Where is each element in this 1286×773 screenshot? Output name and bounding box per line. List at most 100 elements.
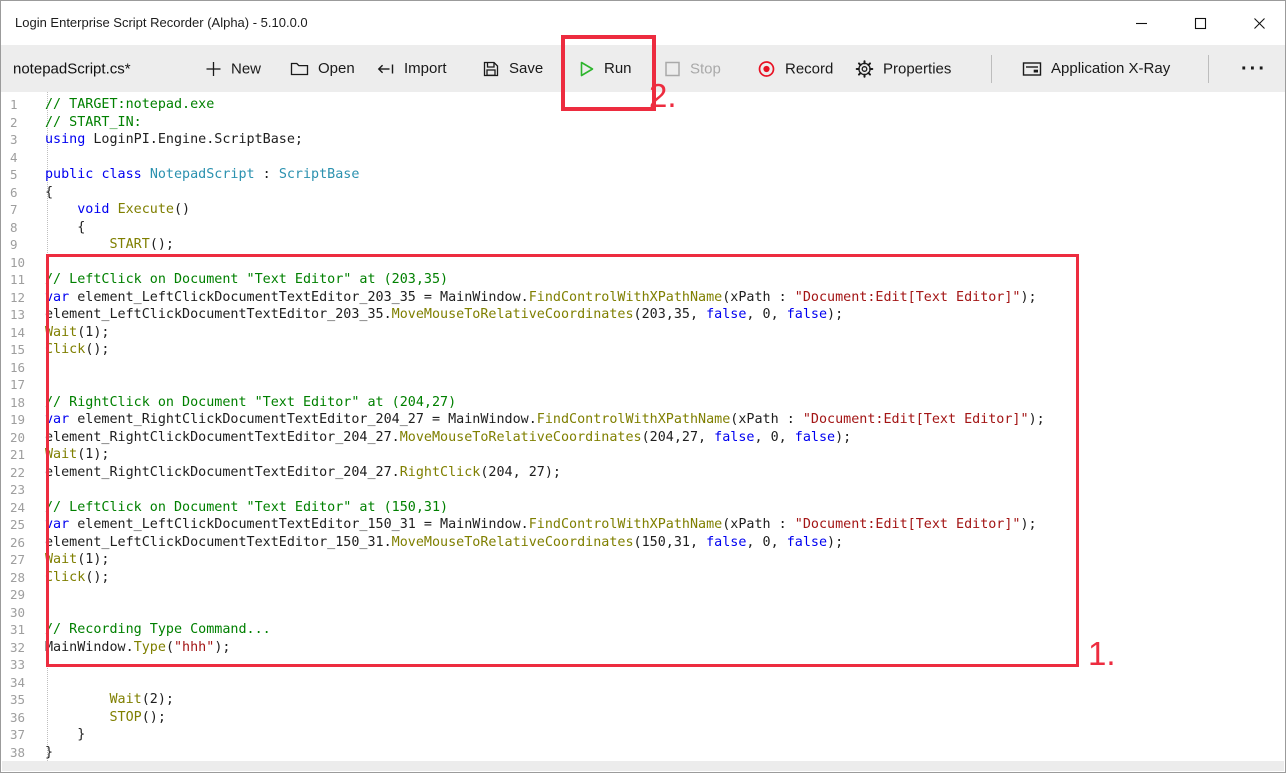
run-label: Run [604, 61, 632, 76]
code-line: 10 [2, 254, 1284, 272]
code-text[interactable]: element_LeftClickDocumentTextEditor_150_… [39, 535, 843, 550]
code-line: 3using LoginPI.Engine.ScriptBase; [2, 131, 1284, 149]
stop-square-icon [664, 60, 681, 77]
maximize-icon [1194, 17, 1207, 30]
code-text[interactable]: START(); [39, 237, 174, 252]
code-text[interactable]: void Execute() [39, 202, 190, 217]
gear-icon [855, 59, 874, 78]
code-text[interactable]: var element_LeftClickDocumentTextEditor_… [39, 517, 1037, 532]
line-number: 4 [2, 150, 39, 165]
code-text[interactable]: Wait(2); [39, 692, 174, 707]
code-line: 6{ [2, 184, 1284, 202]
code-text[interactable]: // LeftClick on Document "Text Editor" a… [39, 500, 448, 515]
toolbar: notepadScript.cs* New Open Import Save [1, 45, 1285, 92]
code-text[interactable]: Wait(1); [39, 447, 110, 462]
code-line: 9 START(); [2, 236, 1284, 254]
record-button[interactable]: Record [757, 59, 833, 78]
code-editor[interactable]: 1// TARGET:notepad.exe2// START_IN:3usin… [2, 92, 1284, 771]
code-text[interactable]: // LeftClick on Document "Text Editor" a… [39, 272, 448, 287]
window-bottom-edge [2, 761, 1284, 771]
open-label: Open [318, 61, 355, 76]
folder-icon [290, 61, 309, 77]
application-xray-button[interactable]: Application X-Ray [1022, 61, 1170, 77]
code-line: 29 [2, 586, 1284, 604]
code-text[interactable]: // Recording Type Command... [39, 622, 271, 637]
code-text[interactable]: // START_IN: [39, 115, 142, 130]
record-label: Record [785, 61, 833, 76]
line-number: 19 [2, 412, 39, 427]
code-line: 18// RightClick on Document "Text Editor… [2, 394, 1284, 412]
code-text[interactable]: { [39, 220, 85, 235]
code-line: 17 [2, 376, 1284, 394]
code-text[interactable]: var element_RightClickDocumentTextEditor… [39, 412, 1045, 427]
properties-button[interactable]: Properties [855, 59, 951, 78]
code-text[interactable]: } [39, 727, 85, 742]
minimize-button[interactable] [1118, 1, 1164, 45]
tab-notepadscript[interactable]: notepadScript.cs* [13, 61, 131, 76]
line-number: 22 [2, 465, 39, 480]
line-number: 38 [2, 745, 39, 760]
xray-window-icon [1022, 61, 1042, 77]
run-button[interactable]: Run [579, 60, 632, 78]
code-text[interactable]: Wait(1); [39, 325, 110, 340]
code-line: 31// Recording Type Command... [2, 621, 1284, 639]
line-number: 27 [2, 552, 39, 567]
code-text[interactable]: STOP(); [39, 710, 166, 725]
code-text[interactable]: element_LeftClickDocumentTextEditor_203_… [39, 307, 843, 322]
close-button[interactable] [1236, 1, 1282, 45]
xray-label: Application X-Ray [1051, 61, 1170, 76]
code-text[interactable]: element_RightClickDocumentTextEditor_204… [39, 465, 561, 480]
code-line: 38} [2, 744, 1284, 762]
code-line: 32MainWindow.Type("hhh"); [2, 639, 1284, 657]
code-line: 2// START_IN: [2, 114, 1284, 132]
line-number: 12 [2, 290, 39, 305]
import-label: Import [404, 61, 447, 76]
properties-label: Properties [883, 61, 951, 76]
code-text[interactable]: Wait(1); [39, 552, 110, 567]
code-text[interactable]: Click(); [39, 342, 110, 357]
code-text[interactable]: { [39, 185, 53, 200]
line-number: 34 [2, 675, 39, 690]
code-text[interactable]: public class NotepadScript : ScriptBase [39, 167, 359, 182]
line-number: 35 [2, 692, 39, 707]
code-text[interactable]: // RightClick on Document "Text Editor" … [39, 395, 456, 410]
code-text[interactable]: var element_LeftClickDocumentTextEditor_… [39, 290, 1037, 305]
line-number: 13 [2, 307, 39, 322]
open-button[interactable]: Open [290, 61, 355, 77]
stop-button[interactable]: Stop [664, 60, 721, 77]
toolbar-divider [1208, 55, 1209, 83]
code-line: 5public class NotepadScript : ScriptBase [2, 166, 1284, 184]
stop-label: Stop [690, 61, 721, 76]
minimize-icon [1135, 17, 1148, 30]
line-number: 18 [2, 395, 39, 410]
code-text[interactable]: // TARGET:notepad.exe [39, 97, 214, 112]
save-button[interactable]: Save [482, 60, 543, 78]
line-number: 20 [2, 430, 39, 445]
code-line: 25var element_LeftClickDocumentTextEdito… [2, 516, 1284, 534]
line-number: 16 [2, 360, 39, 375]
code-line: 28Click(); [2, 569, 1284, 587]
import-arrow-icon [376, 61, 395, 77]
maximize-button[interactable] [1177, 1, 1223, 45]
line-number: 32 [2, 640, 39, 655]
more-button[interactable]: ··· [1241, 59, 1267, 79]
code-text[interactable]: Click(); [39, 570, 110, 585]
code-line: 33 [2, 656, 1284, 674]
code-text[interactable]: MainWindow.Type("hhh"); [39, 640, 230, 655]
line-number: 15 [2, 342, 39, 357]
new-label: New [231, 61, 261, 76]
line-number: 17 [2, 377, 39, 392]
code-line: 30 [2, 604, 1284, 622]
run-play-icon [579, 60, 595, 78]
code-text[interactable]: element_RightClickDocumentTextEditor_204… [39, 430, 851, 445]
code-text[interactable]: using LoginPI.Engine.ScriptBase; [39, 132, 303, 147]
code-line: 1// TARGET:notepad.exe [2, 96, 1284, 114]
code-line: 15Click(); [2, 341, 1284, 359]
code-line: 12var element_LeftClickDocumentTextEdito… [2, 289, 1284, 307]
new-button[interactable]: New [205, 60, 261, 77]
line-number: 8 [2, 220, 39, 235]
import-button[interactable]: Import [376, 61, 447, 77]
code-line: 27Wait(1); [2, 551, 1284, 569]
code-text[interactable]: } [39, 745, 53, 760]
line-number: 29 [2, 587, 39, 602]
